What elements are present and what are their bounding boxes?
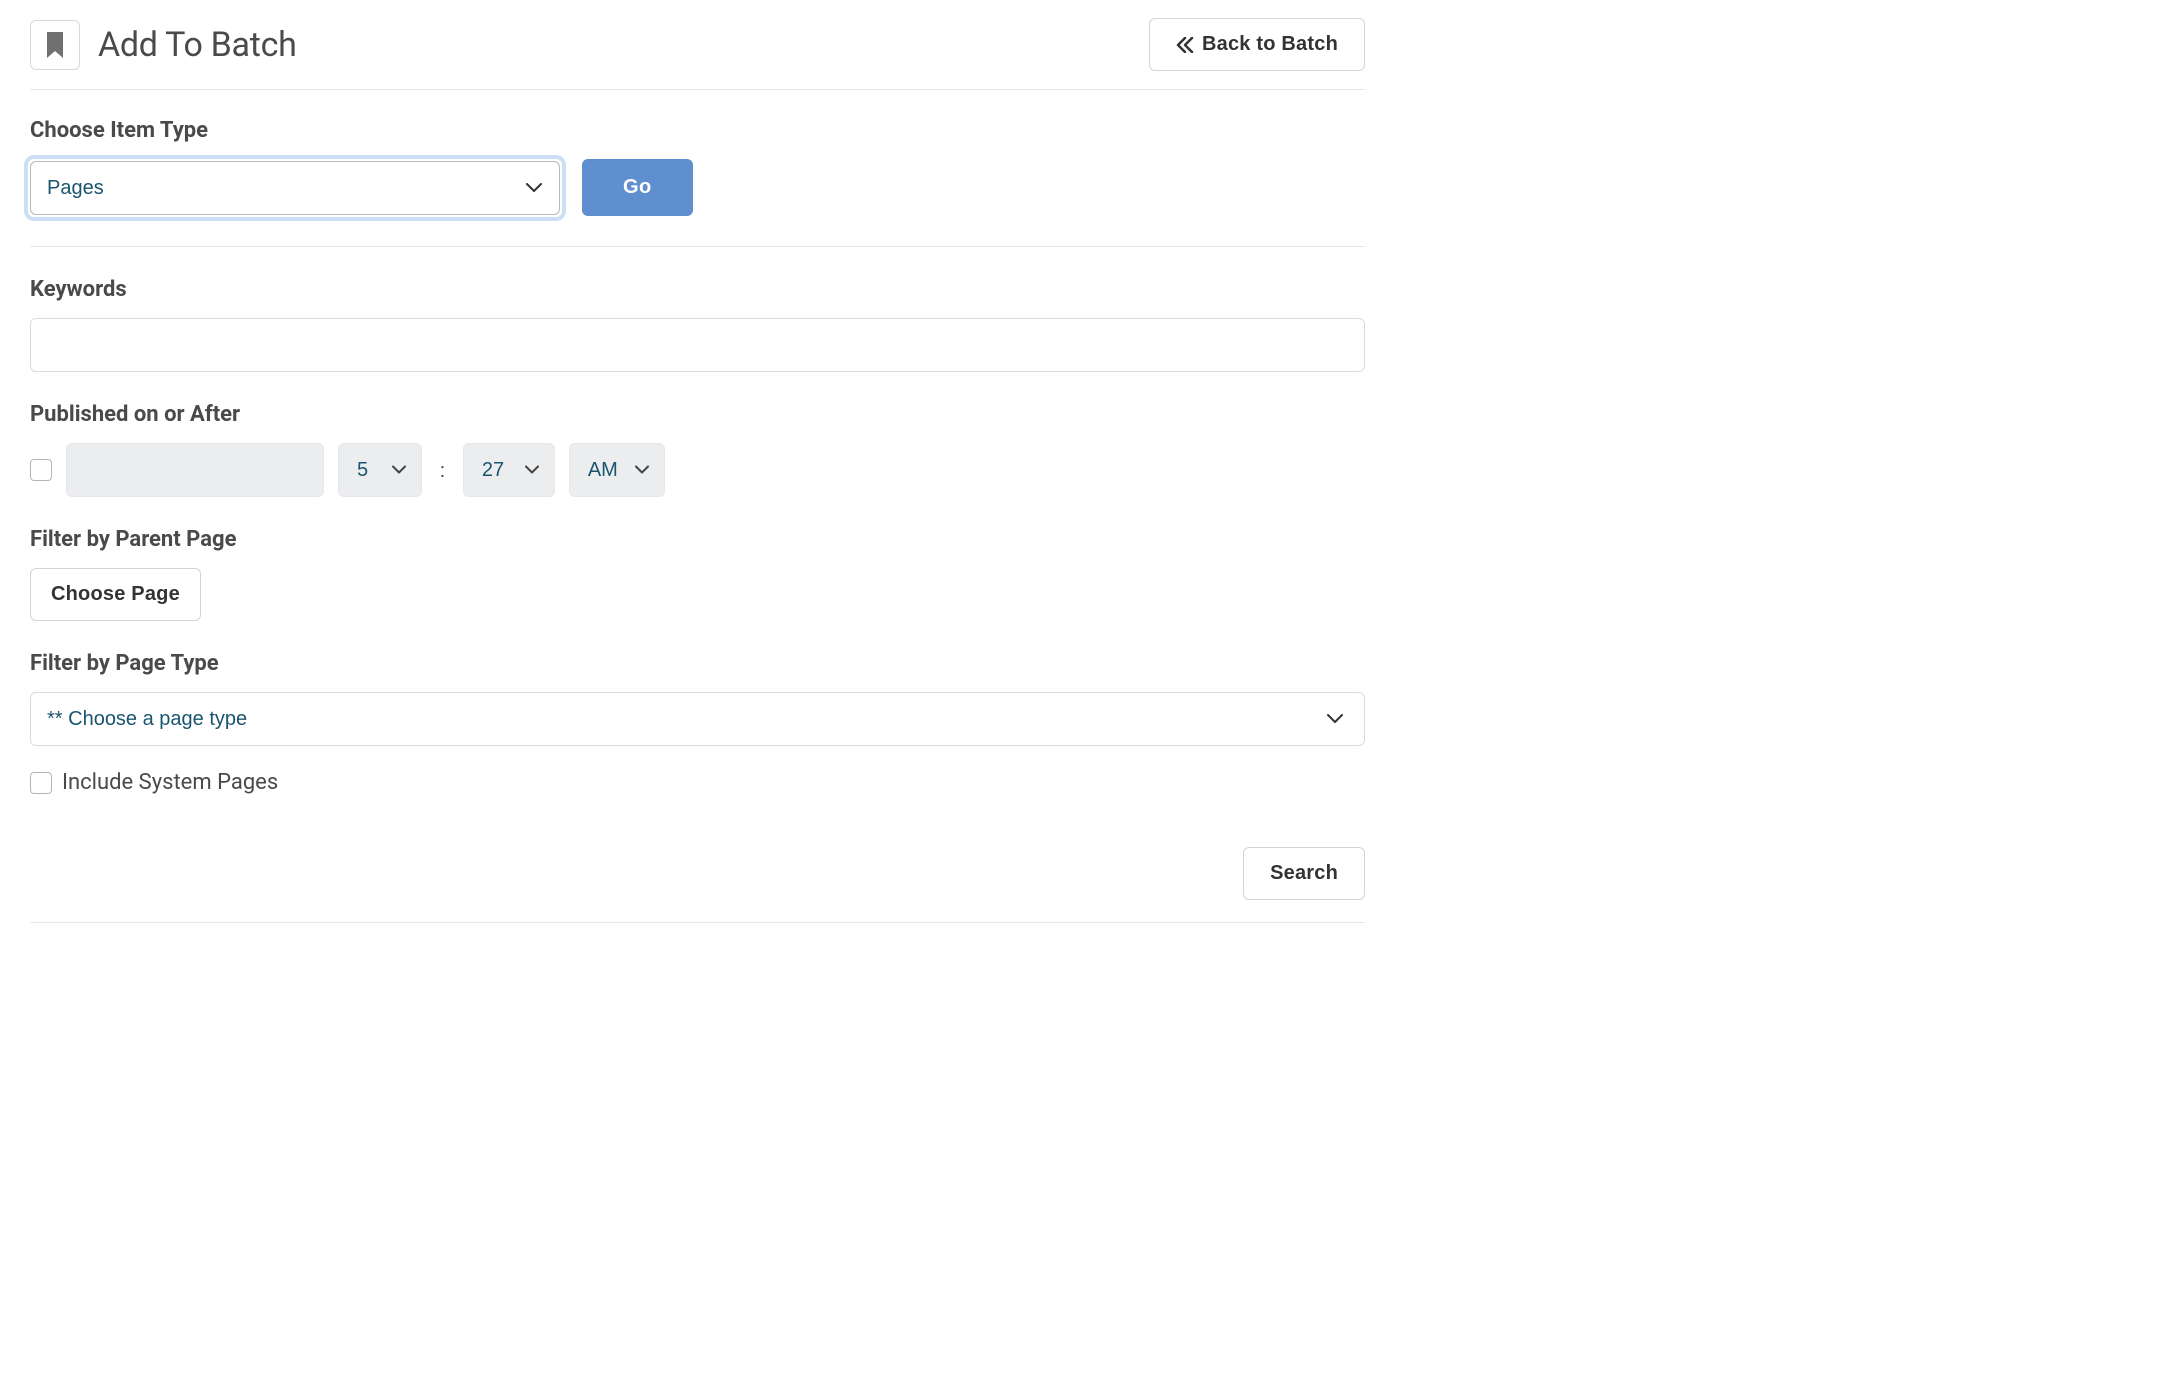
page-type-select[interactable]: ** Choose a page type bbox=[30, 692, 1365, 746]
ampm-select-wrap: AM bbox=[569, 443, 665, 497]
back-to-batch-label: Back to Batch bbox=[1202, 33, 1338, 56]
header-left: Add To Batch bbox=[30, 20, 297, 70]
item-type-select[interactable]: Pages bbox=[30, 161, 560, 215]
keywords-input[interactable] bbox=[30, 318, 1365, 372]
include-system-row: Include System Pages bbox=[30, 770, 1365, 795]
item-type-select-wrap: Pages bbox=[30, 161, 560, 215]
back-to-batch-button[interactable]: Back to Batch bbox=[1149, 18, 1365, 71]
published-row: 5 : 27 AM bbox=[30, 443, 1365, 497]
choose-page-button[interactable]: Choose Page bbox=[30, 568, 201, 621]
item-type-label: Choose Item Type bbox=[30, 118, 1365, 143]
published-section: Published on or After 5 : 27 bbox=[30, 402, 1365, 497]
include-system-checkbox[interactable] bbox=[30, 772, 52, 794]
page-title: Add To Batch bbox=[98, 25, 297, 65]
item-type-row: Pages Go bbox=[30, 159, 1365, 247]
chevrons-left-icon bbox=[1176, 37, 1194, 53]
published-label: Published on or After bbox=[30, 402, 1365, 427]
search-row: Search bbox=[30, 825, 1365, 923]
page-header: Add To Batch Back to Batch bbox=[30, 18, 1365, 90]
parent-page-label: Filter by Parent Page bbox=[30, 527, 1365, 552]
published-date-input[interactable] bbox=[66, 443, 324, 497]
published-ampm-select[interactable]: AM bbox=[569, 443, 665, 497]
include-system-label: Include System Pages bbox=[62, 770, 278, 795]
published-minute-select[interactable]: 27 bbox=[463, 443, 555, 497]
keywords-label: Keywords bbox=[30, 277, 1365, 302]
search-button[interactable]: Search bbox=[1243, 847, 1365, 900]
bookmark-icon bbox=[30, 20, 80, 70]
hour-select-wrap: 5 bbox=[338, 443, 422, 497]
published-checkbox[interactable] bbox=[30, 459, 52, 481]
time-colon: : bbox=[436, 458, 449, 482]
item-type-section: Choose Item Type Pages Go bbox=[30, 118, 1365, 247]
minute-select-wrap: 27 bbox=[463, 443, 555, 497]
go-button[interactable]: Go bbox=[582, 159, 693, 216]
page-type-label: Filter by Page Type bbox=[30, 651, 1365, 676]
parent-page-section: Filter by Parent Page Choose Page bbox=[30, 527, 1365, 621]
page-type-select-wrap: ** Choose a page type bbox=[30, 692, 1365, 746]
page-type-section: Filter by Page Type ** Choose a page typ… bbox=[30, 651, 1365, 795]
keywords-section: Keywords bbox=[30, 277, 1365, 372]
published-hour-select[interactable]: 5 bbox=[338, 443, 422, 497]
